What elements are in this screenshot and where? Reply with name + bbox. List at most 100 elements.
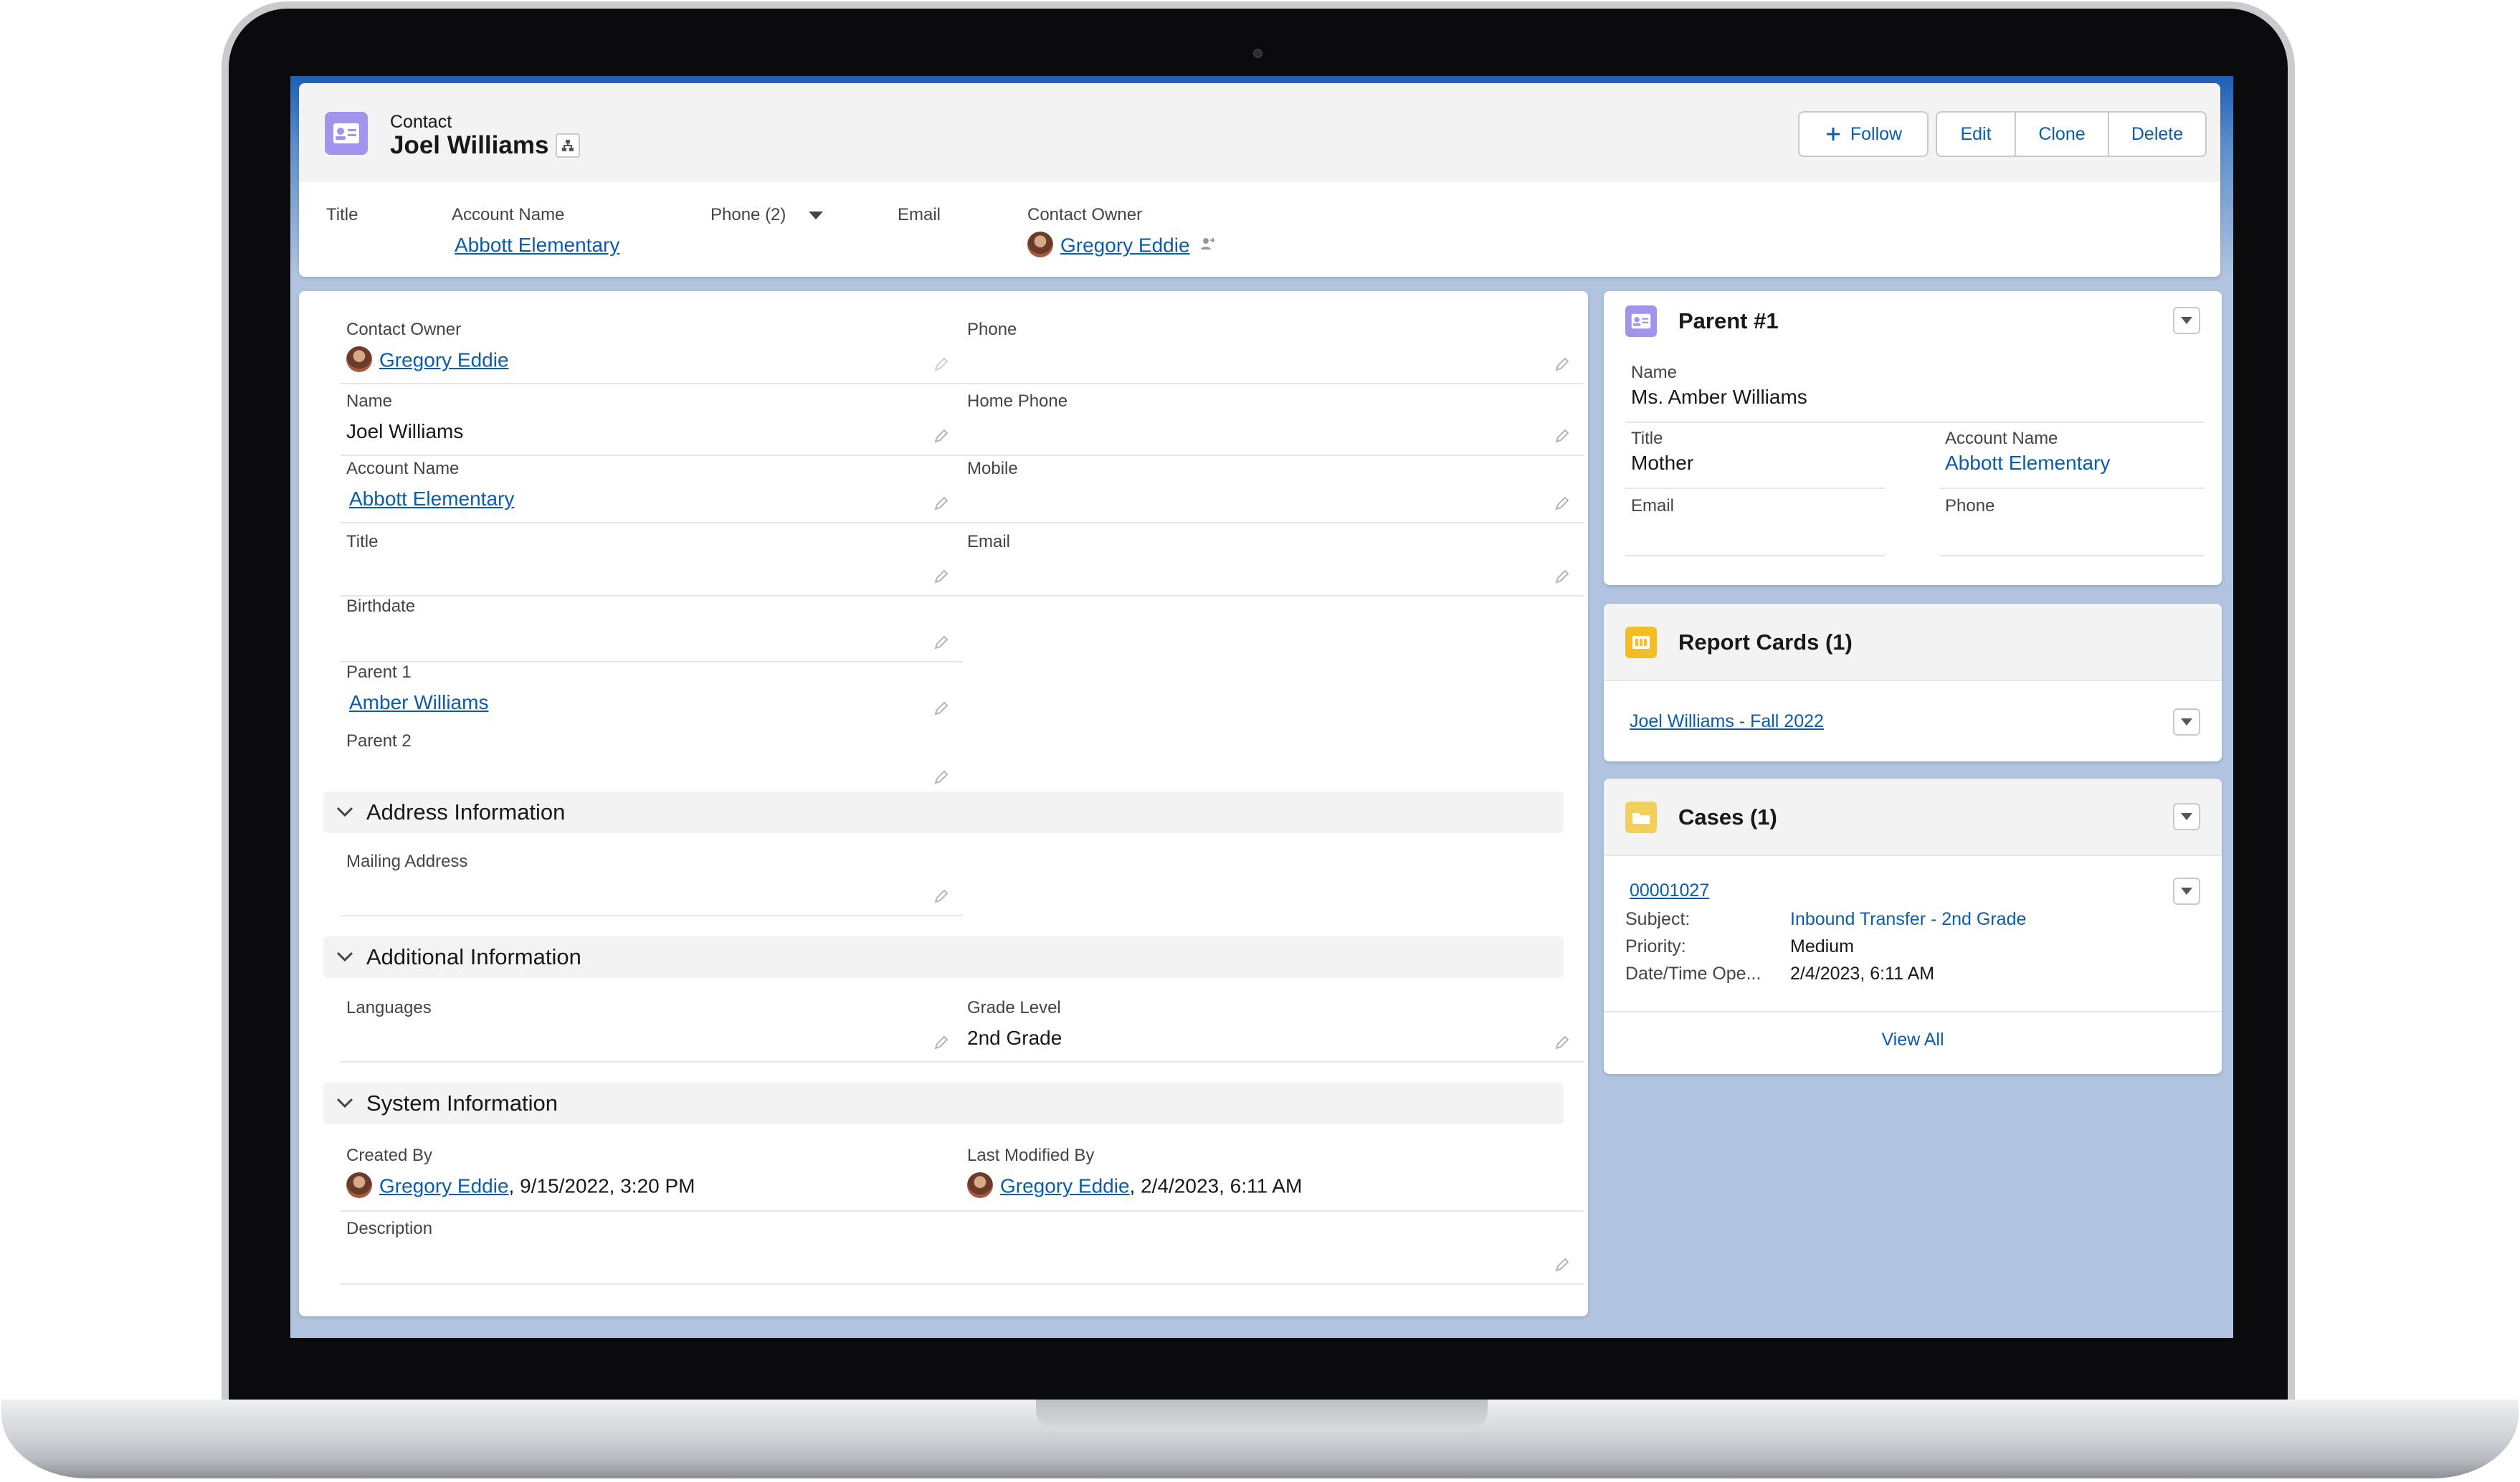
- cases-menu[interactable]: [2173, 803, 2200, 830]
- pencil-icon[interactable]: [933, 427, 950, 445]
- name-label: Name: [346, 391, 393, 411]
- pencil-icon[interactable]: [933, 568, 950, 585]
- parent-card: Parent #1 Name Ms. Amber Williams Title …: [1604, 291, 2222, 585]
- parent2-label: Parent 2: [346, 731, 412, 751]
- report-card-row-menu[interactable]: [2173, 708, 2200, 736]
- created-by-date: , 9/15/2022, 3:20 PM: [508, 1174, 695, 1197]
- change-owner-icon[interactable]: [1199, 236, 1215, 252]
- address-section-header[interactable]: Address Information: [323, 792, 1564, 833]
- parent-email-field: Email: [1625, 496, 1885, 556]
- parent-title-label: Title: [1631, 429, 1663, 448]
- cases-card: Cases (1) 00001027 Subject: Inbound Tran…: [1604, 779, 2222, 1074]
- parent1-link[interactable]: Amber Williams: [349, 691, 488, 714]
- edit-button[interactable]: Edit: [1936, 111, 2016, 157]
- pencil-icon[interactable]: [1554, 1256, 1571, 1273]
- hl-email-label: Email: [898, 205, 941, 224]
- pencil-icon[interactable]: [933, 888, 950, 905]
- contact-card-icon: [325, 112, 368, 155]
- case-row-menu[interactable]: [2173, 878, 2200, 905]
- birthdate-field: Birthdate: [341, 597, 963, 662]
- avatar: [346, 1172, 372, 1198]
- chevron-down-icon: [336, 951, 353, 962]
- avatar: [1027, 232, 1053, 257]
- follow-button[interactable]: Follow: [1798, 111, 1929, 157]
- chevron-down-icon: [336, 807, 353, 817]
- chevron-down-icon: [2181, 718, 2192, 726]
- pencil-icon[interactable]: [933, 1034, 950, 1051]
- hl-account-link[interactable]: Abbott Elementary: [455, 234, 619, 257]
- pencil-icon[interactable]: [933, 495, 950, 512]
- grade-level-value: 2nd Grade: [967, 1027, 1062, 1049]
- case-opened-value: 2/4/2023, 6:11 AM: [1790, 964, 1935, 984]
- name-field: Name Joel Williams: [341, 391, 963, 456]
- parent-title-value: Mother: [1631, 452, 1694, 474]
- pencil-icon[interactable]: [933, 634, 950, 651]
- modified-by-link[interactable]: Gregory Eddie: [1000, 1174, 1130, 1197]
- mailing-address-field: Mailing Address: [341, 852, 963, 916]
- view-all-link[interactable]: View All: [1604, 1030, 2222, 1050]
- report-card-link[interactable]: Joel Williams - Fall 2022: [1630, 711, 1824, 732]
- object-type-label: Contact: [390, 112, 452, 132]
- grade-level-field: Grade Level 2nd Grade: [961, 998, 1584, 1063]
- grade-level-label: Grade Level: [967, 998, 1061, 1017]
- chevron-down-icon[interactable]: [808, 211, 824, 221]
- hl-title-label: Title: [326, 205, 358, 224]
- pencil-icon[interactable]: [1554, 427, 1571, 445]
- description-label: Description: [346, 1219, 433, 1238]
- laptop-notch: [1036, 1400, 1488, 1431]
- parent-account-link[interactable]: Abbott Elementary: [1945, 452, 2110, 475]
- modified-by-label: Last Modified By: [967, 1146, 1095, 1165]
- hl-owner-label: Contact Owner: [1027, 205, 1143, 224]
- hl-phone[interactable]: Phone (2): [710, 205, 823, 225]
- address-section-title: Address Information: [366, 799, 566, 825]
- pencil-icon[interactable]: [1554, 495, 1571, 512]
- mobile-field: Mobile: [961, 459, 1584, 523]
- pencil-icon[interactable]: [1554, 568, 1571, 585]
- change-owner-icon[interactable]: [933, 356, 950, 373]
- phone-label: Phone: [967, 320, 1017, 339]
- case-number-link[interactable]: 00001027: [1630, 880, 1709, 901]
- title-label: Title: [346, 532, 379, 551]
- account-name-link[interactable]: Abbott Elementary: [349, 488, 514, 510]
- case-subject-link[interactable]: Inbound Transfer - 2nd Grade: [1790, 909, 2026, 930]
- parent1-label: Parent 1: [346, 662, 412, 682]
- hierarchy-icon[interactable]: [556, 133, 580, 158]
- delete-button[interactable]: Delete: [2108, 111, 2207, 157]
- parent1-field: Parent 1 Amber Williams: [341, 662, 963, 728]
- additional-section-title: Additional Information: [366, 944, 581, 969]
- email-label: Email: [967, 532, 1011, 551]
- system-section-header[interactable]: System Information: [323, 1083, 1564, 1124]
- birthdate-label: Birthdate: [346, 597, 416, 616]
- screen: Contact Joel Williams Follow Edit Clone …: [290, 76, 2233, 1338]
- created-by-link[interactable]: Gregory Eddie: [379, 1174, 509, 1197]
- home-phone-field: Home Phone: [961, 391, 1584, 456]
- phone-field: Phone: [961, 320, 1584, 384]
- clone-button[interactable]: Clone: [2015, 111, 2109, 157]
- case-priority-value: Medium: [1790, 936, 1854, 956]
- pencil-icon[interactable]: [933, 769, 950, 786]
- record-actions: Follow Edit Clone Delete: [1798, 111, 2207, 157]
- contact-owner-field: Contact Owner Gregory Eddie: [341, 320, 963, 384]
- modified-by-field: Last Modified By Gregory Eddie, 2/4/2023…: [961, 1146, 1584, 1212]
- hl-owner: Contact Owner Gregory Eddie: [1027, 205, 1215, 260]
- avatar: [346, 346, 372, 372]
- chevron-down-icon: [2181, 888, 2192, 895]
- parent-card-title: Parent #1: [1678, 308, 1779, 333]
- chevron-down-icon: [2181, 317, 2192, 324]
- parent-account-label: Account Name: [1945, 429, 2058, 448]
- case-priority-label: Priority:: [1625, 936, 1686, 956]
- parent-name-field: Name Ms. Amber Williams: [1625, 363, 2205, 423]
- pencil-icon[interactable]: [1554, 356, 1571, 373]
- contact-card-icon: [1625, 305, 1657, 337]
- languages-field: Languages: [341, 998, 963, 1063]
- pencil-icon[interactable]: [933, 700, 950, 717]
- report-card-icon: [1625, 627, 1657, 658]
- hl-owner-link[interactable]: Gregory Eddie: [1060, 234, 1190, 256]
- parent-name-value: Ms. Amber Williams: [1631, 386, 1807, 408]
- contact-owner-link[interactable]: Gregory Eddie: [379, 348, 509, 371]
- additional-section-header[interactable]: Additional Information: [323, 936, 1564, 978]
- home-phone-label: Home Phone: [967, 391, 1068, 411]
- parent-card-menu[interactable]: [2173, 307, 2200, 334]
- chevron-down-icon: [2181, 813, 2192, 820]
- pencil-icon[interactable]: [1554, 1034, 1571, 1051]
